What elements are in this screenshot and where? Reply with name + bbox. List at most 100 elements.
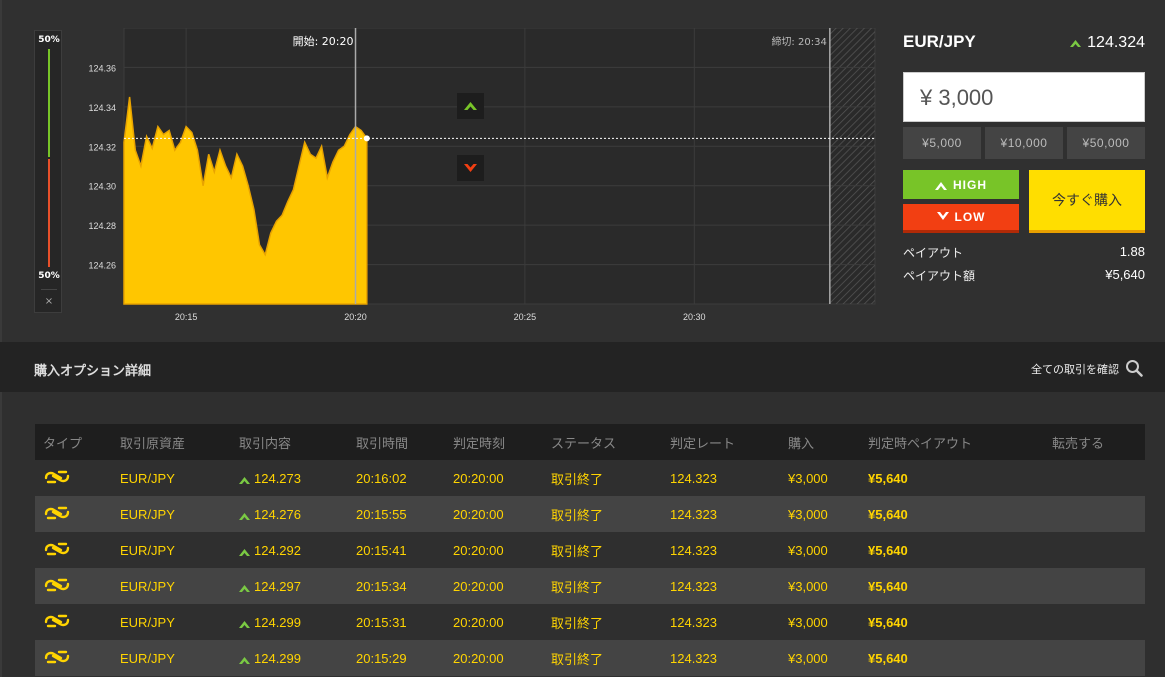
arrow-up-icon bbox=[239, 512, 250, 520]
type-cell bbox=[35, 604, 112, 640]
options-section-header: 購入オプション詳細 全ての取引を確認 bbox=[0, 342, 1165, 392]
content-rate: 124.292 bbox=[254, 542, 301, 558]
table-header-row: タイプ 取引原資産 取引内容 取引時間 判定時刻 ステータス 判定レート 購入 … bbox=[35, 424, 1145, 460]
content-rate: 124.299 bbox=[254, 650, 301, 666]
current-rate: 124.324 bbox=[1070, 34, 1145, 52]
resell-cell[interactable] bbox=[1044, 640, 1145, 676]
low-button[interactable]: LOW bbox=[903, 204, 1019, 233]
current-point bbox=[363, 135, 370, 142]
y-tick-label: 124.28 bbox=[88, 221, 116, 231]
judge-rate-cell: 124.323 bbox=[662, 568, 780, 604]
content-cell: 124.299 bbox=[231, 640, 348, 676]
resell-cell[interactable] bbox=[1044, 604, 1145, 640]
payout-cell: ¥5,640 bbox=[860, 640, 1044, 676]
investment-amount-input[interactable]: ¥ 3,000 bbox=[903, 72, 1145, 122]
price-chart: 124.36 124.34 124.32 124.30 124.28 124.26 20:1… bbox=[88, 28, 876, 322]
col-judge-rate: 判定レート bbox=[662, 424, 780, 460]
y-tick-label: 124.32 bbox=[88, 142, 116, 152]
asset-cell: EUR/JPY bbox=[112, 496, 231, 532]
options-table-area: タイプ 取引原資産 取引内容 取引時間 判定時刻 ステータス 判定レート 購入 … bbox=[0, 392, 1165, 677]
payout-amount-label: ペイアウト額 bbox=[903, 269, 976, 283]
judge-rate-cell: 124.323 bbox=[662, 460, 780, 496]
resell-cell[interactable] bbox=[1044, 496, 1145, 532]
judge-time-cell: 20:20:00 bbox=[445, 496, 543, 532]
content-cell: 124.297 bbox=[231, 568, 348, 604]
payout-value: 1.88 bbox=[1119, 244, 1145, 259]
col-payout: 判定時ペイアウト bbox=[860, 424, 1044, 460]
x-tick-label: 20:30 bbox=[683, 312, 706, 322]
payout-cell: ¥5,640 bbox=[860, 604, 1044, 640]
y-tick-label: 124.36 bbox=[88, 63, 116, 73]
low-marker-icon bbox=[457, 155, 484, 181]
preset-50000-button[interactable]: ¥50,000 bbox=[1067, 127, 1145, 159]
content-cell: 124.273 bbox=[231, 460, 348, 496]
status-cell: 取引終了 bbox=[543, 496, 662, 532]
high-low-type-icon bbox=[44, 614, 70, 627]
status-cell: 取引終了 bbox=[543, 568, 662, 604]
status-cell: 取引終了 bbox=[543, 604, 662, 640]
high-low-type-icon bbox=[44, 578, 70, 591]
table-row: EUR/JPY 124.297 20:15:34 20:20:00 取引終了 124.32… bbox=[35, 568, 1145, 604]
trade-time-cell: 20:16:02 bbox=[348, 460, 445, 496]
gauge-close-icon[interactable]: × bbox=[35, 296, 63, 307]
type-cell bbox=[35, 568, 112, 604]
table-row: EUR/JPY 124.299 20:15:31 20:20:00 取引終了 124.32… bbox=[35, 604, 1145, 640]
col-content: 取引内容 bbox=[231, 424, 348, 460]
payout-label: ペイアウト bbox=[903, 246, 964, 260]
resell-cell[interactable] bbox=[1044, 460, 1145, 496]
gauge-top-percent: 50% bbox=[38, 35, 60, 45]
payout-amount-value: ¥5,640 bbox=[1105, 267, 1145, 282]
resell-cell[interactable] bbox=[1044, 532, 1145, 568]
col-type: タイプ bbox=[35, 424, 112, 460]
arrow-up-icon bbox=[239, 548, 250, 556]
arrow-down-icon bbox=[936, 212, 949, 220]
low-label: LOW bbox=[954, 210, 986, 224]
payout-cell: ¥5,640 bbox=[860, 496, 1044, 532]
payout-cell: ¥5,640 bbox=[860, 460, 1044, 496]
arrow-up-icon bbox=[239, 476, 250, 484]
payout-amount-row: ペイアウト額 ¥5,640 bbox=[903, 267, 1145, 284]
high-label: HIGH bbox=[953, 177, 987, 192]
judge-time-cell: 20:20:00 bbox=[445, 640, 543, 676]
high-low-type-icon bbox=[44, 650, 70, 663]
col-judge-time: 判定時刻 bbox=[445, 424, 543, 460]
col-resell: 転売する bbox=[1044, 424, 1145, 460]
high-marker-icon bbox=[457, 93, 484, 119]
trade-time-cell: 20:15:29 bbox=[348, 640, 445, 676]
purchase-cell: ¥3,000 bbox=[780, 460, 860, 496]
type-cell bbox=[35, 640, 112, 676]
current-rate-value: 124.324 bbox=[1087, 34, 1145, 51]
y-tick-label: 124.34 bbox=[88, 103, 116, 113]
resell-cell[interactable] bbox=[1044, 568, 1145, 604]
high-low-type-icon bbox=[44, 542, 70, 555]
content-rate: 124.273 bbox=[254, 470, 301, 486]
judge-rate-cell: 124.323 bbox=[662, 532, 780, 568]
view-all-trades-link[interactable]: 全ての取引を確認 bbox=[1031, 361, 1119, 377]
buy-now-button[interactable]: 今すぐ購入 bbox=[1029, 170, 1145, 233]
x-tick-label: 20:25 bbox=[514, 312, 537, 322]
trade-time-cell: 20:15:41 bbox=[348, 532, 445, 568]
asset-cell: EUR/JPY bbox=[112, 568, 231, 604]
options-table: タイプ 取引原資産 取引内容 取引時間 判定時刻 ステータス 判定レート 購入 … bbox=[35, 424, 1145, 676]
sentiment-gauge: 50% 50% × bbox=[34, 30, 62, 313]
gauge-divider bbox=[41, 289, 57, 290]
preset-5000-button[interactable]: ¥5,000 bbox=[903, 127, 981, 159]
preset-10000-button[interactable]: ¥10,000 bbox=[985, 127, 1063, 159]
payout-cell: ¥5,640 bbox=[860, 532, 1044, 568]
high-button[interactable]: HIGH bbox=[903, 170, 1019, 199]
asset-cell: EUR/JPY bbox=[112, 532, 231, 568]
trade-time-cell: 20:15:31 bbox=[348, 604, 445, 640]
search-icon[interactable] bbox=[1125, 359, 1143, 377]
payout-cell: ¥5,640 bbox=[860, 568, 1044, 604]
arrow-up-icon bbox=[239, 620, 250, 628]
y-tick-label: 124.30 bbox=[88, 182, 116, 192]
arrow-up-icon bbox=[935, 181, 947, 190]
chart-area: 50% 50% × 124.36 124.34 124.32 124.30 124.28… bbox=[0, 0, 1165, 342]
purchase-cell: ¥3,000 bbox=[780, 532, 860, 568]
purchase-cell: ¥3,000 bbox=[780, 604, 860, 640]
x-tick-label: 20:20 bbox=[344, 312, 367, 322]
high-low-type-icon bbox=[44, 470, 70, 483]
status-cell: 取引終了 bbox=[543, 532, 662, 568]
judge-rate-cell: 124.323 bbox=[662, 604, 780, 640]
col-trade-time: 取引時間 bbox=[348, 424, 445, 460]
